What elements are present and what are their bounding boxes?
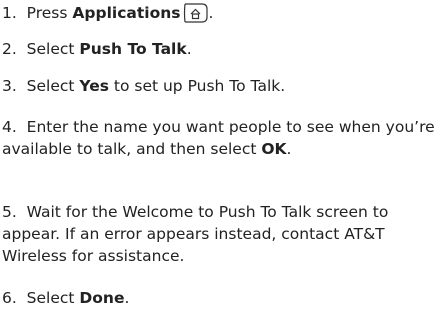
step-text: Enter the name you want people to see wh…: [2, 118, 435, 158]
step-1: 1. Press Applications .: [2, 2, 442, 30]
step-4: 4. Enter the name you want people to see…: [2, 116, 442, 160]
step-number: 5.: [2, 203, 17, 221]
step-number: 3.: [2, 77, 17, 95]
step-keyword-yes: Yes: [79, 77, 109, 95]
step-keyword-ok: OK: [261, 140, 287, 158]
step-number: 1.: [2, 4, 17, 22]
step-number: 2.: [2, 40, 17, 58]
step-3: 3. Select Yes to set up Push To Talk.: [2, 75, 442, 97]
step-text: Wait for the Welcome to Push To Talk scr…: [2, 203, 389, 265]
step-text: Press: [26, 4, 73, 22]
step-number: 4.: [2, 118, 17, 136]
step-text: Select: [26, 77, 80, 95]
instruction-page: 1. Press Applications . 2. Select Push T…: [0, 0, 444, 319]
applications-key-icon: [182, 2, 209, 30]
step-keyword-done: Done: [79, 289, 125, 307]
step-keyword-push-to-talk: Push To Talk: [79, 40, 187, 58]
step-number: 6.: [2, 289, 17, 307]
step-text-end: to set up Push To Talk.: [108, 77, 286, 95]
step-5: 5. Wait for the Welcome to Push To Talk …: [2, 201, 442, 267]
step-keyword-applications: Applications: [72, 4, 181, 22]
step-text-end: .: [124, 289, 130, 307]
step-text-end: .: [186, 40, 192, 58]
step-text-end: .: [286, 140, 292, 158]
step-text: Select: [26, 40, 80, 58]
step-2: 2. Select Push To Talk.: [2, 38, 442, 60]
step-6: 6. Select Done.: [2, 287, 442, 309]
step-text: Select: [26, 289, 80, 307]
